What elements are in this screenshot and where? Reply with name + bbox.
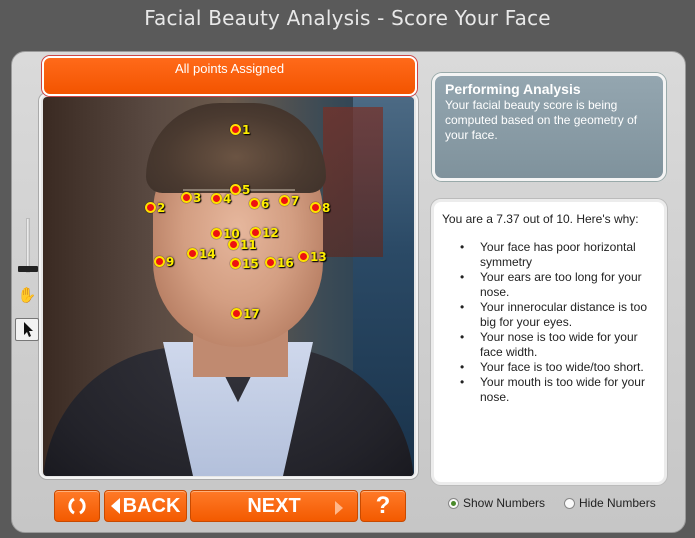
reset-icon: [68, 497, 86, 515]
landmark-point[interactable]: [309, 201, 321, 213]
arrow-pointer-icon[interactable]: [15, 318, 39, 341]
show-numbers-option[interactable]: Show Numbers: [448, 496, 545, 510]
list-item: Your innerocular distance is too big for…: [460, 300, 656, 330]
landmark-label: 4: [223, 192, 232, 206]
zoom-slider-track[interactable]: [26, 218, 30, 273]
landmark-point[interactable]: [229, 257, 241, 269]
results-panel: You are a 7.37 out of 10. Here's why: Yo…: [431, 199, 667, 485]
zoom-slider-thumb[interactable]: [18, 266, 38, 272]
landmark-point[interactable]: [249, 226, 261, 238]
landmark-label: 12: [262, 226, 279, 240]
analysis-body: Your facial beauty score is being comput…: [445, 98, 638, 142]
landmark-label: 16: [277, 256, 294, 270]
next-button[interactable]: NEXT: [190, 490, 358, 522]
landmark-label: 17: [243, 307, 260, 321]
analysis-panel: Performing Analysis Your facial beauty s…: [432, 73, 666, 181]
reset-button[interactable]: [54, 490, 100, 522]
list-item: Your mouth is too wide for your nose.: [460, 375, 656, 405]
landmark-label: 13: [310, 250, 327, 264]
back-label: BACK: [122, 494, 181, 517]
landmark-point[interactable]: [229, 183, 241, 195]
landmark-label: 9: [166, 255, 175, 269]
landmark-point[interactable]: [297, 250, 309, 262]
back-button[interactable]: BACK: [104, 490, 187, 522]
arrow-pointer-glyph: [24, 322, 33, 337]
landmark-point[interactable]: [210, 227, 222, 239]
hair: [146, 103, 326, 193]
landmark-label: 14: [199, 247, 216, 261]
status-bar: All points Assigned: [42, 56, 417, 96]
landmark-point[interactable]: [180, 191, 192, 203]
landmark-point[interactable]: [210, 192, 222, 204]
chevron-right-icon: [335, 501, 343, 515]
landmark-point[interactable]: [278, 194, 290, 206]
hide-numbers-option[interactable]: Hide Numbers: [564, 496, 656, 510]
landmark-point[interactable]: [248, 197, 260, 209]
show-numbers-label: Show Numbers: [463, 496, 546, 510]
chevron-left-icon: [110, 498, 120, 514]
landmark-point[interactable]: [229, 123, 241, 135]
landmark-point[interactable]: [186, 247, 198, 259]
landmark-label: 6: [261, 197, 270, 211]
help-button[interactable]: ?: [360, 490, 406, 522]
landmark-point[interactable]: [227, 238, 239, 250]
landmark-label: 3: [193, 191, 202, 205]
landmark-label: 1: [242, 123, 251, 137]
landmark-point[interactable]: [264, 256, 276, 268]
landmark-label: 15: [242, 257, 259, 271]
hide-numbers-label: Hide Numbers: [579, 496, 656, 510]
list-item: Your ears are too long for your nose.: [460, 270, 656, 300]
list-item: Your face has poor horizontal symmetry: [460, 240, 656, 270]
landmark-point[interactable]: [153, 255, 165, 267]
help-label: ?: [375, 492, 391, 519]
landmark-label: 7: [291, 194, 300, 208]
show-numbers-radio[interactable]: [448, 497, 459, 509]
score-line: You are a 7.37 out of 10. Here's why:: [442, 212, 639, 226]
analysis-heading: Performing Analysis: [445, 81, 581, 97]
landmark-label: 11: [240, 238, 257, 252]
landmark-point[interactable]: [230, 307, 242, 319]
hide-numbers-radio[interactable]: [564, 497, 575, 509]
landmark-point[interactable]: [144, 201, 156, 213]
hand-icon[interactable]: ✋: [16, 286, 38, 306]
landmark-label: 8: [322, 201, 331, 215]
list-item: Your nose is too wide for your face widt…: [460, 330, 656, 360]
photo-background-accent: [323, 107, 383, 257]
reasons-list: Your face has poor horizontal symmetry Y…: [442, 240, 656, 405]
landmark-label: 2: [157, 201, 166, 215]
landmark-label: 5: [242, 183, 251, 197]
next-label: NEXT: [247, 494, 301, 517]
face-photo[interactable]: [43, 97, 414, 476]
list-item: Your face is too wide/too short.: [460, 360, 656, 375]
app-title: Facial Beauty Analysis - Score Your Face: [144, 6, 551, 30]
